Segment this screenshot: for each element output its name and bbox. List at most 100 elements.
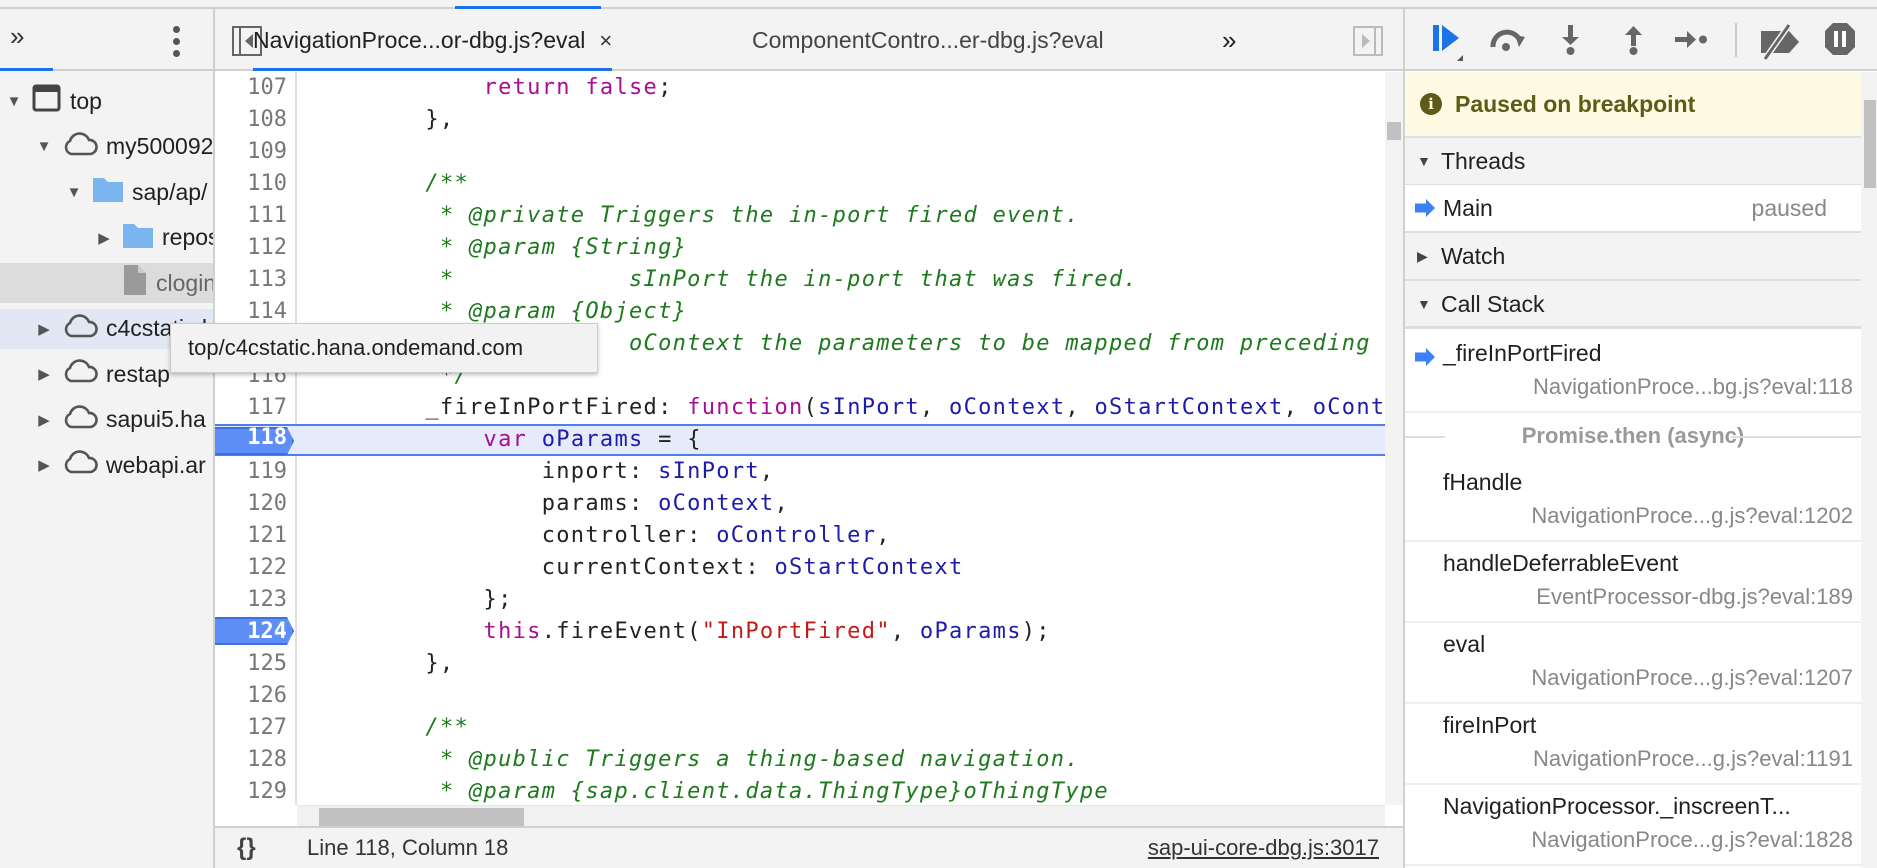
threads-section-header[interactable]: ▼ Threads bbox=[1405, 138, 1861, 186]
triangle-right-icon[interactable]: ▶ bbox=[36, 456, 52, 474]
triangle-right-icon[interactable]: ▶ bbox=[96, 229, 112, 247]
horizontal-scrollbar[interactable] bbox=[297, 805, 1385, 827]
code-area[interactable]: 107 return false; 108 }, 109 110 /** 111 * @… bbox=[215, 72, 1385, 805]
triangle-down-icon[interactable]: ▼ bbox=[36, 138, 52, 155]
triangle-right-icon[interactable]: ▶ bbox=[36, 320, 52, 338]
call-frame[interactable]: NavigationProcessor._inscreenT... Navigat… bbox=[1405, 785, 1861, 866]
code-token: * @param {String} bbox=[309, 235, 688, 260]
code-line[interactable]: 123 }; bbox=[215, 584, 1385, 616]
code-token: this bbox=[483, 619, 542, 644]
scrollbar-thumb[interactable] bbox=[319, 808, 524, 826]
code-token: inport: bbox=[309, 459, 659, 484]
code-line[interactable]: 125 }, bbox=[215, 648, 1385, 680]
code-line[interactable]: 107 return false; bbox=[215, 72, 1385, 104]
tab-component-controller[interactable]: ComponentContro...er-dbg.js?eval bbox=[752, 9, 1104, 71]
line-number[interactable]: 127 bbox=[215, 712, 293, 744]
code-line[interactable]: 129 * @param {sap.client.data.ThingType}… bbox=[215, 776, 1385, 805]
tree-item[interactable]: ▼ top bbox=[0, 81, 213, 121]
tree-item[interactable]: ▶ webapi.ar bbox=[0, 445, 213, 485]
tree-item[interactable]: ▶ sapui5.ha bbox=[0, 400, 213, 440]
line-number[interactable]: 120 bbox=[215, 488, 293, 520]
watch-section-header[interactable]: ▶ Watch bbox=[1405, 233, 1861, 281]
more-tabs-button[interactable]: » bbox=[1222, 9, 1236, 71]
line-number[interactable]: 108 bbox=[215, 104, 293, 136]
line-number[interactable]: 124 bbox=[215, 616, 293, 648]
cloud-icon bbox=[62, 313, 98, 345]
triangle-right-icon[interactable]: ▶ bbox=[36, 365, 52, 383]
line-number[interactable]: 109 bbox=[215, 136, 293, 168]
code-line[interactable]: 122 currentContext: oStartContext bbox=[215, 552, 1385, 584]
line-number[interactable]: 128 bbox=[215, 744, 293, 776]
code-token: sInPort bbox=[818, 395, 920, 420]
code-line[interactable]: 127 /** bbox=[215, 712, 1385, 744]
pause-on-exceptions-icon[interactable] bbox=[1823, 23, 1863, 57]
code-line[interactable]: 111 * @private Triggers the in-port fire… bbox=[215, 200, 1385, 232]
call-frame[interactable]: eval NavigationProce...g.js?eval:1207 bbox=[1405, 623, 1861, 704]
pretty-print-button[interactable]: {} bbox=[237, 828, 256, 868]
vertical-scrollbar[interactable] bbox=[1385, 72, 1403, 805]
toggle-debugger-icon[interactable] bbox=[1353, 26, 1383, 56]
line-number[interactable]: 125 bbox=[215, 648, 293, 680]
code-line[interactable]: 109 bbox=[215, 136, 1385, 168]
close-icon[interactable]: × bbox=[599, 28, 612, 53]
line-number[interactable]: 119 bbox=[215, 456, 293, 488]
scrollbar-thumb[interactable] bbox=[1387, 122, 1401, 140]
code-line[interactable]: 117 _fireInPortFired: function(sInPort, … bbox=[215, 392, 1385, 424]
tree-item[interactable]: clogin bbox=[0, 263, 213, 303]
line-number[interactable]: 113 bbox=[215, 264, 293, 296]
line-number[interactable]: 112 bbox=[215, 232, 293, 264]
double-chevron-right-icon[interactable]: » bbox=[10, 21, 24, 52]
resume-icon[interactable] bbox=[1427, 23, 1467, 61]
call-frame[interactable]: fireInPort NavigationProce...g.js?eval:11… bbox=[1405, 704, 1861, 785]
tree-item[interactable]: ▼ sap/ap/ bbox=[0, 172, 213, 212]
step-icon[interactable] bbox=[1673, 23, 1713, 57]
step-over-icon[interactable] bbox=[1487, 23, 1527, 57]
code-line[interactable]: 110 /** bbox=[215, 168, 1385, 200]
line-number[interactable]: 122 bbox=[215, 552, 293, 584]
call-frame[interactable]: _fireInPortFired NavigationProce...bg.js… bbox=[1405, 332, 1861, 413]
call-frame[interactable]: fHandle NavigationProce...g.js?eval:1202 bbox=[1405, 461, 1861, 542]
triangle-right-icon[interactable]: ▶ bbox=[36, 411, 52, 429]
line-number[interactable]: 129 bbox=[215, 776, 293, 805]
call-frame[interactable]: handleDeferrableEvent EventProcessor-dbg.… bbox=[1405, 542, 1861, 623]
triangle-down-icon[interactable]: ▼ bbox=[6, 93, 22, 110]
code-line[interactable]: 113 * sInPort the in-port that was fired… bbox=[215, 264, 1385, 296]
line-number[interactable]: 111 bbox=[215, 200, 293, 232]
code-line[interactable]: 121 controller: oController, bbox=[215, 520, 1385, 552]
deactivate-breakpoints-icon[interactable] bbox=[1757, 23, 1799, 61]
step-into-icon[interactable] bbox=[1550, 23, 1590, 57]
code-token: oStartContext bbox=[774, 555, 964, 580]
line-number[interactable]: 126 bbox=[215, 680, 293, 712]
code-line[interactable]: 128 * @public Triggers a thing-based nav… bbox=[215, 744, 1385, 776]
thread-main[interactable]: Main paused bbox=[1405, 185, 1861, 233]
code-line[interactable]: 120 params: oContext, bbox=[215, 488, 1385, 520]
tree-item[interactable]: ▼ my500092 bbox=[0, 127, 213, 167]
line-number[interactable]: 107 bbox=[215, 72, 293, 104]
frame-location: NavigationProce...g.js?eval:1202 bbox=[1531, 503, 1853, 528]
triangle-down-icon[interactable]: ▼ bbox=[66, 184, 82, 201]
line-number[interactable]: 123 bbox=[215, 584, 293, 616]
folder-icon bbox=[122, 221, 154, 255]
line-number[interactable]: 117 bbox=[215, 392, 293, 424]
line-number[interactable]: 118 bbox=[215, 424, 293, 452]
code-text: return false; bbox=[309, 72, 673, 104]
code-line[interactable]: 124 this.fireEvent("InPortFired", oParam… bbox=[215, 616, 1385, 648]
code-line[interactable]: 126 bbox=[215, 680, 1385, 712]
line-number[interactable]: 110 bbox=[215, 168, 293, 200]
code-line[interactable]: 118 var oParams = { bbox=[215, 424, 1385, 456]
line-number[interactable]: 121 bbox=[215, 520, 293, 552]
code-token: /** bbox=[309, 171, 469, 196]
tree-item[interactable]: ▶ repos bbox=[0, 218, 213, 258]
kebab-menu-icon[interactable] bbox=[170, 23, 182, 57]
call-stack-section-header[interactable]: ▼ Call Stack bbox=[1405, 281, 1861, 329]
source-link[interactable]: sap-ui-core-dbg.js:3017 bbox=[1148, 828, 1379, 868]
scrollbar-thumb[interactable] bbox=[1864, 100, 1876, 188]
code-line[interactable]: 112 * @param {String} bbox=[215, 232, 1385, 264]
code-line[interactable]: 108 }, bbox=[215, 104, 1385, 136]
tab-navigation-processor[interactable]: NavigationProce...or-dbg.js?eval × bbox=[253, 9, 613, 71]
code-line[interactable]: 119 inport: sInPort, bbox=[215, 456, 1385, 488]
step-out-icon[interactable] bbox=[1613, 23, 1653, 57]
thread-status: paused bbox=[1751, 195, 1827, 221]
code-text: this.fireEvent("InPortFired", oParams); bbox=[309, 616, 1051, 648]
vertical-scrollbar[interactable] bbox=[1861, 72, 1877, 868]
